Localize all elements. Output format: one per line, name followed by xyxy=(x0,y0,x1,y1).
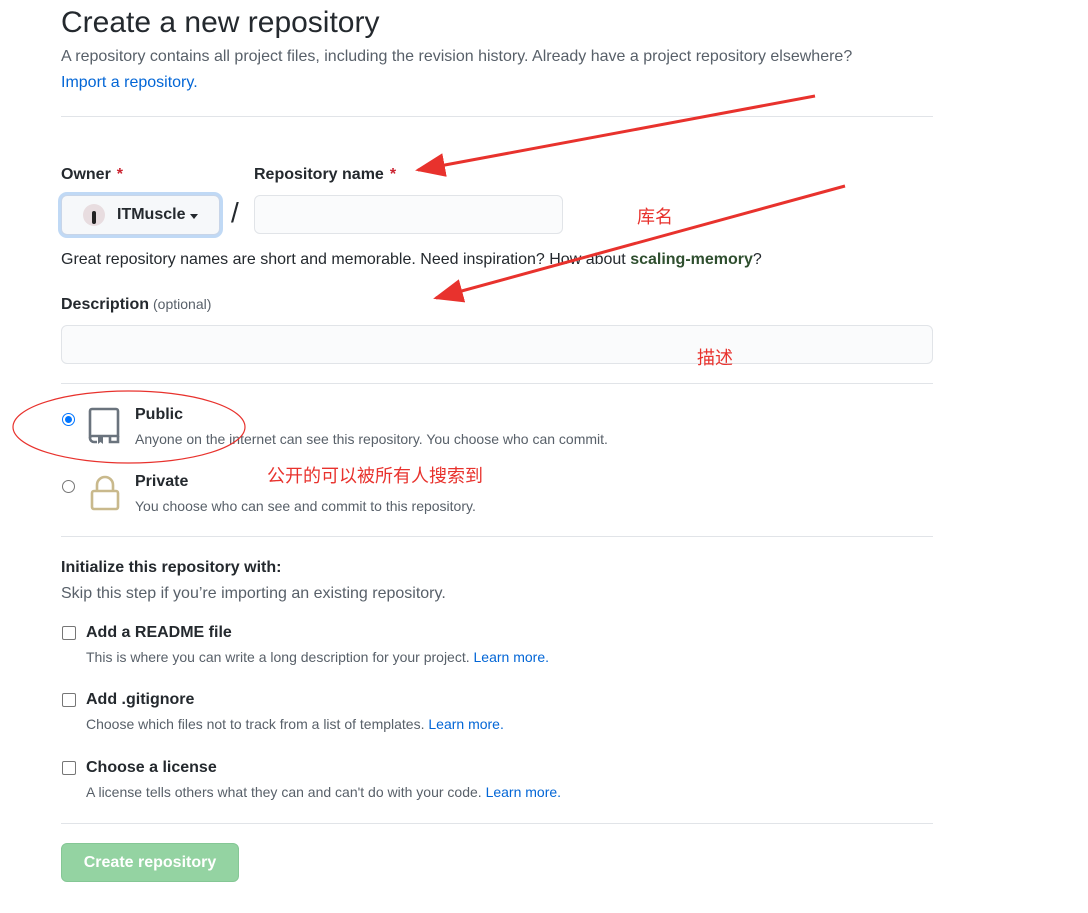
repository-name-label-text: Repository name xyxy=(254,166,384,183)
description-annotation: 描述 xyxy=(697,348,733,368)
public-option-title: Public xyxy=(135,406,184,423)
license-desc-text: A license tells others what they can and… xyxy=(86,784,482,800)
chevron-down-icon xyxy=(190,213,199,219)
owner-required-mark: * xyxy=(116,166,124,183)
owner-label-text: Owner xyxy=(61,166,111,183)
owner-name: ITMuscle xyxy=(117,206,186,223)
private-radio[interactable] xyxy=(62,480,75,493)
license-option-title: Choose a license xyxy=(86,759,217,776)
divider xyxy=(61,383,933,384)
owner-label: Owner * xyxy=(61,166,123,184)
gitignore-option-title: Add .gitignore xyxy=(86,691,195,708)
readme-option-desc: This is where you can write a long descr… xyxy=(86,649,549,665)
readme-checkbox[interactable] xyxy=(62,626,76,640)
description-input[interactable] xyxy=(61,325,933,364)
license-learn-more-link[interactable]: Learn more. xyxy=(486,784,561,800)
name-suggestion[interactable]: scaling-memory xyxy=(630,251,753,268)
readme-option-title: Add a README file xyxy=(86,624,232,641)
create-repository-button[interactable]: Create repository xyxy=(61,843,239,882)
divider xyxy=(61,536,933,537)
optional-tag: (optional) xyxy=(153,296,212,312)
gitignore-desc-text: Choose which files not to track from a l… xyxy=(86,716,425,732)
private-option-desc: You choose who can see and commit to thi… xyxy=(135,498,476,514)
gitignore-learn-more-link[interactable]: Learn more. xyxy=(428,716,503,732)
license-option-desc: A license tells others what they can and… xyxy=(86,784,561,800)
private-option-title: Private xyxy=(135,473,189,490)
gitignore-option-desc: Choose which files not to track from a l… xyxy=(86,716,504,732)
gitignore-checkbox[interactable] xyxy=(62,693,76,707)
arrow-to-repository-name xyxy=(415,94,816,177)
public-highlight-ellipse xyxy=(12,390,246,464)
divider xyxy=(61,116,933,117)
repository-name-required-mark: * xyxy=(389,166,397,183)
repository-name-annotation: 库名 xyxy=(637,207,673,227)
readme-learn-more-link[interactable]: Learn more. xyxy=(474,649,549,665)
license-checkbox[interactable] xyxy=(62,761,76,775)
owner-repo-separator: / xyxy=(231,197,239,228)
hint-text: Great repository names are short and mem… xyxy=(61,251,631,268)
divider xyxy=(61,823,933,824)
page-subtitle: A repository contains all project files,… xyxy=(61,48,853,65)
description-label: Description (optional) xyxy=(61,296,211,314)
initialize-subtitle: Skip this step if you’re importing an ex… xyxy=(61,585,446,602)
page-title: Create a new repository xyxy=(61,6,380,39)
repo-icon xyxy=(88,407,120,444)
public-radio[interactable] xyxy=(62,413,75,426)
owner-select[interactable]: ITMuscle xyxy=(61,195,220,235)
public-annotation: 公开的可以被所有人搜索到 xyxy=(267,466,483,486)
readme-desc-text: This is where you can write a long descr… xyxy=(86,649,470,665)
description-label-text: Description xyxy=(61,296,150,313)
hint-suffix: ? xyxy=(752,251,762,268)
avatar xyxy=(83,204,105,226)
import-repository-link[interactable]: Import a repository. xyxy=(61,74,198,92)
repository-name-label: Repository name * xyxy=(254,166,396,184)
repository-name-hint: Great repository names are short and mem… xyxy=(61,251,762,269)
initialize-title: Initialize this repository with: xyxy=(61,559,282,576)
lock-icon xyxy=(90,475,120,511)
repository-name-input[interactable] xyxy=(254,195,563,234)
public-option-desc: Anyone on the internet can see this repo… xyxy=(135,431,608,447)
